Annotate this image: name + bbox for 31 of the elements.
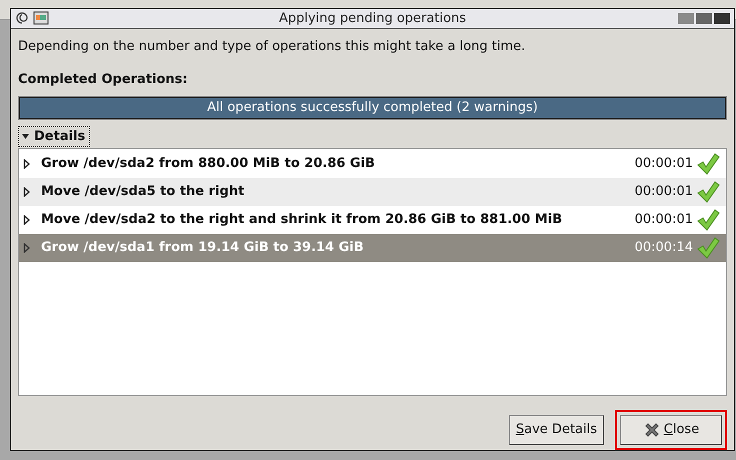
spiral-icon[interactable]: [15, 11, 29, 26]
operation-text: Grow /dev/sda2 from 880.00 MiB to 20.86 GiB: [41, 155, 375, 174]
message-text: Depending on the number and type of operations this might take a long time.: [18, 38, 526, 56]
maximize-button[interactable]: [696, 12, 712, 24]
checkmark-icon: [696, 208, 720, 232]
checkmark-icon: [696, 152, 720, 176]
window-title: Applying pending operations: [278, 10, 468, 28]
operation-time: 00:00:14: [634, 239, 693, 258]
save-details-button[interactable]: Save Details: [508, 415, 604, 445]
details-label: Details: [34, 128, 86, 146]
checkmark-icon: [696, 236, 720, 260]
operation-text: Move /dev/sda2 to the right and shrink it from 20.86 GiB to 881.00 MiB: [41, 211, 562, 230]
progress-text: All operations successfully completed (2 warnings): [206, 98, 539, 117]
expander-down-icon: [21, 132, 30, 141]
operation-time: 00:00:01: [634, 183, 693, 202]
expander-right-icon[interactable]: [23, 159, 31, 169]
operation-time: 00:00:01: [634, 211, 693, 230]
operation-row[interactable]: Move /dev/sda5 to the right 00:00:01: [19, 178, 726, 206]
operation-time: 00:00:01: [634, 155, 693, 174]
disk-app-icon: [33, 11, 49, 26]
operation-text: Grow /dev/sda1 from 19.14 GiB to 39.14 GiB: [41, 239, 364, 258]
checkmark-icon: [696, 180, 720, 204]
expander-right-icon[interactable]: [23, 187, 31, 197]
expander-right-icon[interactable]: [23, 215, 31, 225]
minimize-button[interactable]: [678, 12, 694, 24]
close-button[interactable]: Close: [620, 415, 722, 445]
details-expander[interactable]: Details: [18, 126, 90, 147]
operation-text: Move /dev/sda5 to the right: [41, 183, 244, 202]
close-icon: [642, 421, 661, 439]
progress-label: Completed Operations:: [18, 71, 189, 89]
close-window-button[interactable]: [714, 12, 730, 24]
